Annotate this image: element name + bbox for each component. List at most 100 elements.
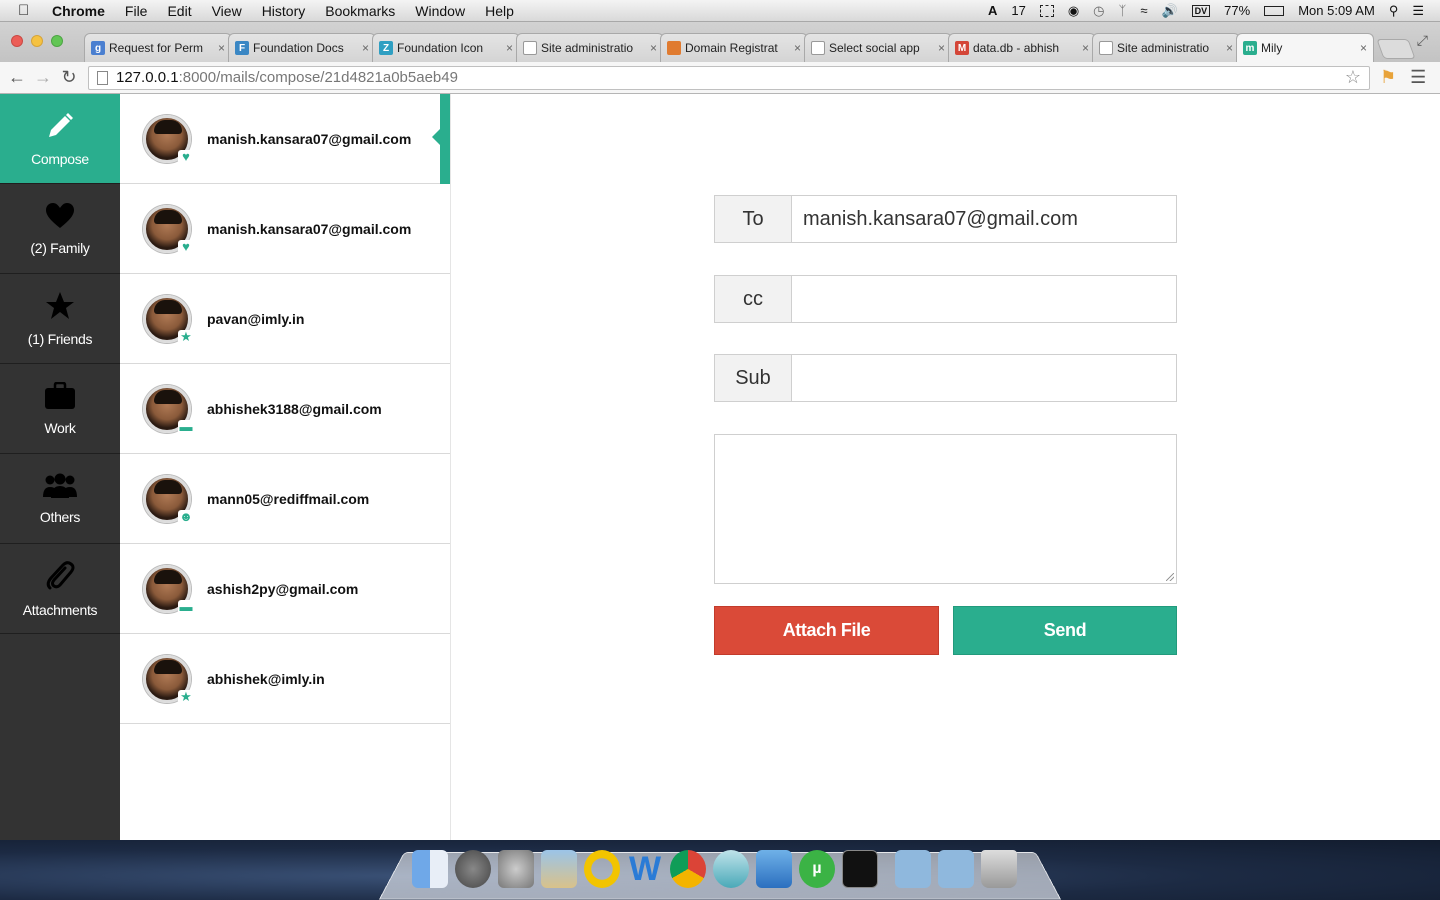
word-icon[interactable]: W bbox=[627, 850, 663, 888]
tab-title: Domain Registrat bbox=[685, 41, 778, 55]
evernote-icon[interactable]: ◉ bbox=[1068, 3, 1079, 19]
tab-close-icon[interactable]: × bbox=[938, 41, 945, 55]
chrome-menu-icon[interactable]: ☰ bbox=[1410, 67, 1426, 88]
chrome-icon[interactable] bbox=[670, 850, 706, 888]
contact-row[interactable]: ▬ ashish2py@gmail.com bbox=[120, 544, 450, 634]
clock[interactable]: Mon 5:09 AM bbox=[1298, 3, 1375, 18]
browser-tab[interactable]: Site administratio × bbox=[516, 33, 664, 62]
dv-icon[interactable]: DV bbox=[1191, 4, 1211, 17]
apple-logo-icon[interactable]:  bbox=[18, 2, 38, 19]
browser-tab[interactable]: Mdata.db - abhish × bbox=[948, 33, 1096, 62]
browser-tab[interactable]: Domain Registrat × bbox=[660, 33, 808, 62]
close-window-button[interactable] bbox=[11, 35, 23, 47]
menu-bookmarks[interactable]: Bookmarks bbox=[325, 3, 395, 19]
tab-close-icon[interactable]: × bbox=[1226, 41, 1233, 55]
tab-close-icon[interactable]: × bbox=[506, 41, 513, 55]
bookmark-star-icon[interactable]: ☆ bbox=[1345, 67, 1361, 88]
cc-input[interactable] bbox=[791, 275, 1177, 323]
back-arrow-icon[interactable]: ← bbox=[4, 67, 30, 88]
browser-tab[interactable]: F Foundation Docs × bbox=[228, 33, 376, 62]
notification-center-icon[interactable]: ☰ bbox=[1412, 3, 1424, 19]
preview-icon[interactable] bbox=[541, 850, 577, 888]
sidebar-item-family[interactable]: (2) Family bbox=[0, 184, 120, 274]
menu-help[interactable]: Help bbox=[485, 3, 514, 19]
to-input[interactable]: manish.kansara07@gmail.com bbox=[791, 195, 1177, 243]
minimize-window-button[interactable] bbox=[31, 35, 43, 47]
system-preferences-icon[interactable] bbox=[498, 850, 534, 888]
launchpad-icon[interactable] bbox=[455, 850, 491, 888]
contact-email: manish.kansara07@gmail.com bbox=[207, 130, 412, 147]
browser-tab[interactable]: g Request for Perm × bbox=[84, 33, 232, 62]
browser-tab[interactable]: Z Foundation Icon × bbox=[372, 33, 520, 62]
browser-tab[interactable]: Select social app × bbox=[804, 33, 952, 62]
spotlight-search-icon[interactable]: ⚲ bbox=[1389, 3, 1399, 19]
opera-icon[interactable] bbox=[584, 850, 620, 888]
star-badge-icon: ★ bbox=[178, 689, 194, 704]
tab-close-icon[interactable]: × bbox=[794, 41, 801, 55]
menu-app-name[interactable]: Chrome bbox=[52, 3, 105, 19]
sidebar-item-others[interactable]: Others bbox=[0, 454, 120, 544]
fullscreen-icon[interactable]: ⤢ bbox=[1417, 32, 1428, 49]
time-machine-icon[interactable]: ◷ bbox=[1093, 3, 1104, 19]
extension-icon[interactable]: ⚑ bbox=[1380, 67, 1396, 88]
adobe-count: 17 bbox=[1011, 3, 1026, 18]
battery-icon[interactable] bbox=[1264, 5, 1285, 16]
subject-label: Sub bbox=[714, 354, 791, 402]
briefcase-icon bbox=[45, 381, 75, 409]
tab-close-icon[interactable]: × bbox=[362, 41, 369, 55]
menu-file[interactable]: File bbox=[125, 3, 148, 19]
finder-icon[interactable] bbox=[412, 850, 448, 888]
tab-title: Foundation Icon bbox=[397, 41, 484, 55]
screen-capture-icon[interactable] bbox=[1039, 4, 1054, 17]
contact-row[interactable]: ☻ mann05@rediffmail.com bbox=[120, 454, 450, 544]
resize-grip-icon[interactable] bbox=[1166, 573, 1174, 581]
tab-close-icon[interactable]: × bbox=[1360, 41, 1367, 55]
forward-arrow-icon[interactable]: → bbox=[30, 67, 56, 88]
contact-email: mann05@rediffmail.com bbox=[207, 490, 370, 507]
contact-row[interactable]: ▬ abhishek3188@gmail.com bbox=[120, 364, 450, 454]
avatar: ♥ bbox=[143, 204, 194, 254]
tab-title: data.db - abhish bbox=[973, 41, 1060, 55]
wifi-icon[interactable]: ≈ bbox=[1140, 3, 1147, 18]
xcode-icon[interactable] bbox=[756, 850, 792, 888]
zoom-window-button[interactable] bbox=[51, 35, 63, 47]
terminal-icon[interactable] bbox=[842, 850, 878, 888]
contact-row[interactable]: ★ pavan@imly.in bbox=[120, 274, 450, 364]
reload-icon[interactable]: ↻ bbox=[56, 67, 82, 88]
address-bar[interactable]: 127.0.0.1 :8000/mails/compose/21d4821a0b… bbox=[88, 65, 1370, 90]
adobe-icon[interactable]: A bbox=[988, 3, 997, 18]
new-tab-button[interactable] bbox=[1376, 39, 1416, 59]
tab-close-icon[interactable]: × bbox=[1082, 41, 1089, 55]
contact-row[interactable]: ★ abhishek@imly.in bbox=[120, 634, 450, 724]
sidebar-item-label: (1) Friends bbox=[27, 330, 93, 347]
volume-icon[interactable]: 🔊 bbox=[1161, 3, 1177, 19]
downloads-folder-icon[interactable] bbox=[938, 850, 974, 888]
subject-input[interactable] bbox=[791, 354, 1177, 402]
browser-tab[interactable]: Site administratio × bbox=[1092, 33, 1240, 62]
menu-view[interactable]: View bbox=[212, 3, 242, 19]
bluetooth-icon[interactable]: ᛉ bbox=[1119, 3, 1127, 18]
contact-row[interactable]: ♥ manish.kansara07@gmail.com bbox=[120, 184, 450, 274]
tab-close-icon[interactable]: × bbox=[650, 41, 657, 55]
cc-label: cc bbox=[714, 275, 791, 323]
contact-row[interactable]: ♥ manish.kansara07@gmail.com bbox=[120, 94, 450, 184]
unknown-app-icon[interactable] bbox=[713, 850, 749, 888]
menu-window[interactable]: Window bbox=[415, 3, 465, 19]
send-button[interactable]: Send bbox=[953, 606, 1177, 655]
sidebar-item-compose[interactable]: Compose bbox=[0, 94, 120, 184]
avatar-hair bbox=[154, 659, 182, 674]
sidebar-item-attachments[interactable]: Attachments bbox=[0, 544, 120, 634]
utorrent-icon[interactable]: µ bbox=[799, 850, 835, 888]
message-body-textarea[interactable] bbox=[714, 434, 1177, 584]
tab-close-icon[interactable]: × bbox=[218, 41, 225, 55]
sidebar-item-work[interactable]: Work bbox=[0, 364, 120, 454]
briefcase-badge-icon: ▬ bbox=[178, 418, 194, 434]
sidebar-item-friends[interactable]: (1) Friends bbox=[0, 274, 120, 364]
browser-tab[interactable]: m Mily × bbox=[1236, 33, 1374, 62]
applications-folder-icon[interactable] bbox=[895, 850, 931, 888]
trash-icon[interactable] bbox=[981, 850, 1017, 888]
menu-edit[interactable]: Edit bbox=[167, 3, 191, 19]
menu-history[interactable]: History bbox=[262, 3, 306, 19]
attach-file-button[interactable]: Attach File bbox=[714, 606, 939, 655]
url-path: :8000/mails/compose/21d4821a0b5aeb49 bbox=[178, 69, 458, 86]
